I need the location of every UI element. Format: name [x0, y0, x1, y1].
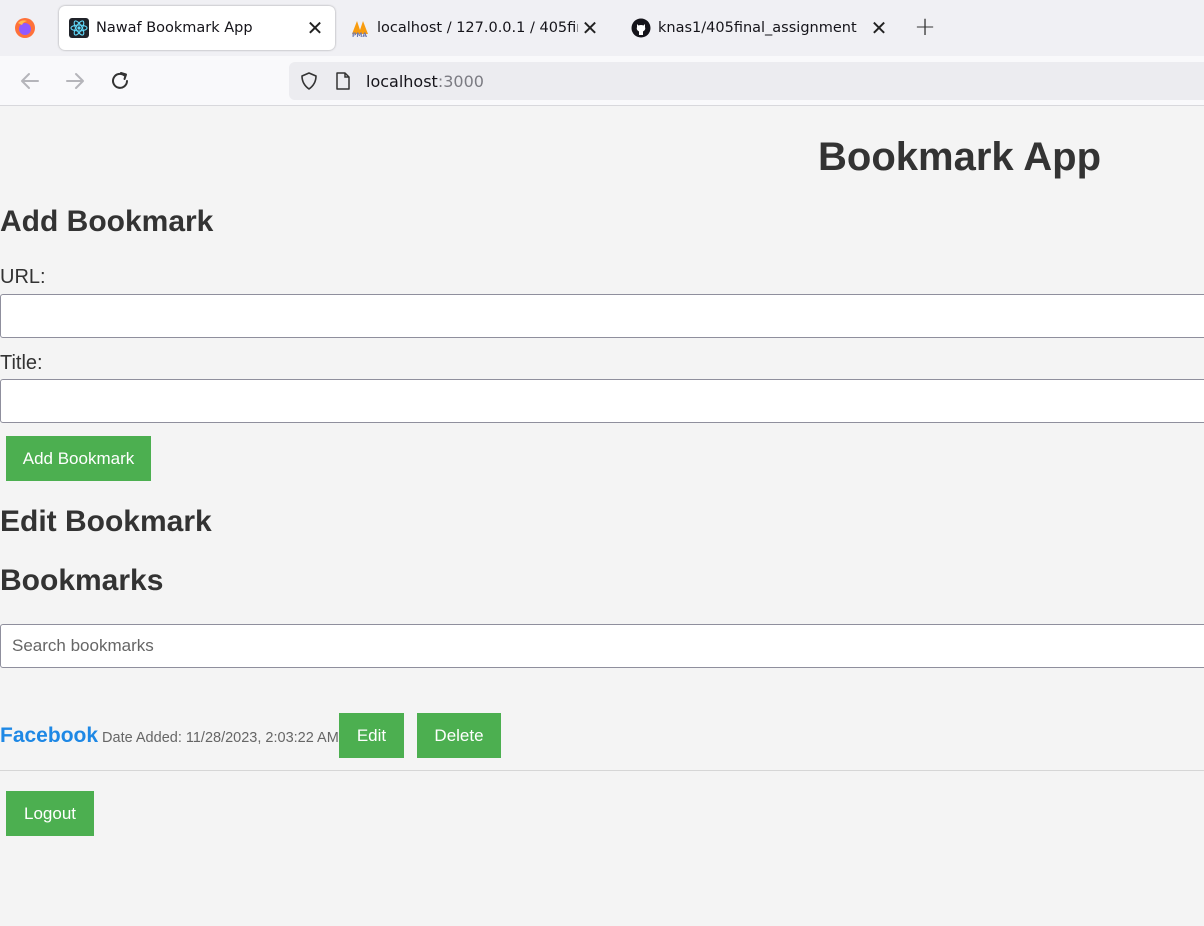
edit-bookmark-heading: Edit Bookmark: [0, 505, 212, 538]
forward-arrow-icon[interactable]: [62, 68, 88, 94]
delete-bookmark-button[interactable]: Delete: [417, 713, 501, 758]
list-divider: [0, 770, 1204, 771]
tab-nawaf-bookmark-app[interactable]: Nawaf Bookmark App ✕: [59, 6, 335, 50]
title-input[interactable]: [0, 379, 1204, 423]
tab-title: Nawaf Bookmark App: [96, 20, 253, 36]
github-icon: [631, 18, 651, 38]
url-input[interactable]: [0, 294, 1204, 338]
close-tab-icon[interactable]: ✕: [303, 18, 327, 38]
bookmarks-heading: Bookmarks: [0, 564, 164, 597]
url-host: localhost: [366, 72, 438, 91]
tab-phpmyadmin[interactable]: PMA localhost / 127.0.0.1 / 405final_a ✕: [340, 6, 610, 50]
shield-icon[interactable]: [299, 71, 319, 91]
firefox-icon[interactable]: [14, 17, 36, 39]
back-arrow-icon[interactable]: [17, 68, 43, 94]
url-text[interactable]: localhost:3000: [366, 72, 484, 91]
logout-button[interactable]: Logout: [6, 791, 94, 836]
react-icon: [69, 18, 89, 38]
close-tab-icon[interactable]: ✕: [578, 18, 602, 38]
url-bar[interactable]: localhost:3000: [289, 62, 1204, 100]
page-content: Bookmark App Add Bookmark URL: Title: Ad…: [0, 107, 1204, 926]
browser-tab-bar: Nawaf Bookmark App ✕ PMA localhost / 127…: [0, 0, 1204, 56]
tab-title: localhost / 127.0.0.1 / 405final_a: [377, 20, 578, 36]
close-tab-icon[interactable]: ✕: [867, 18, 891, 38]
tab-title: knas1/405final_assignment: [658, 20, 857, 36]
phpmyadmin-icon: PMA: [352, 21, 368, 38]
url-label: URL:: [0, 266, 46, 288]
edit-bookmark-button[interactable]: Edit: [339, 713, 404, 758]
page-icon[interactable]: [335, 72, 351, 90]
browser-nav-bar: localhost:3000: [0, 56, 1204, 106]
tab-github[interactable]: knas1/405final_assignment ✕: [621, 6, 899, 50]
bookmark-link[interactable]: Facebook: [0, 724, 98, 748]
add-bookmark-button[interactable]: Add Bookmark: [6, 436, 151, 481]
svg-text:PMA: PMA: [352, 32, 367, 38]
page-title: Bookmark App: [818, 135, 1102, 179]
bookmark-list-item: Facebook Date Added: 11/28/2023, 2:03:22…: [0, 713, 339, 758]
new-tab-plus-icon[interactable]: +: [912, 14, 938, 42]
bookmark-date: Date Added: 11/28/2023, 2:03:22 AM: [102, 730, 339, 746]
search-input[interactable]: [0, 624, 1204, 668]
reload-icon[interactable]: [107, 68, 133, 94]
title-label: Title:: [0, 352, 43, 374]
url-port: :3000: [437, 72, 484, 91]
add-bookmark-heading: Add Bookmark: [0, 205, 214, 238]
